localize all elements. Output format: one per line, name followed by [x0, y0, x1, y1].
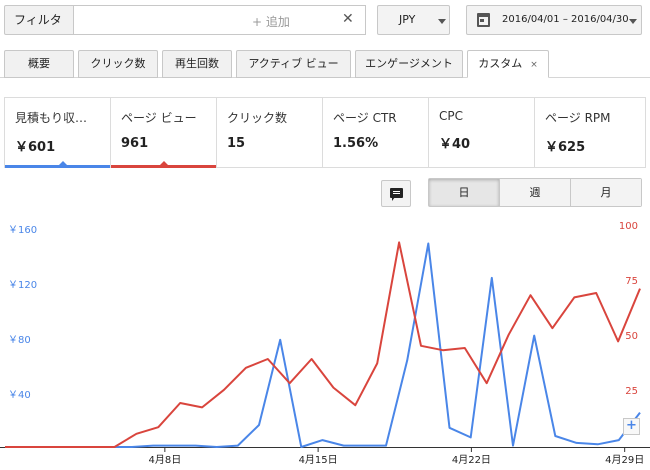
metric-value: 1.56% [333, 136, 379, 151]
y-right-tick-label: 100 [618, 221, 638, 232]
metric-notch [58, 161, 68, 166]
chevron-down-icon [629, 19, 637, 24]
x-tick-label: 4月15日 [298, 455, 338, 466]
filter-bar: フィルタ [4, 5, 74, 35]
currency-dropdown[interactable]: JPY [377, 5, 450, 35]
x-tick-label: 4月29日 [605, 455, 645, 466]
metric-card-estimated-revenue[interactable]: 見積もり収… ￥601 [5, 98, 111, 168]
tab-active-view[interactable]: アクティブ ビュー [236, 50, 351, 78]
tab-custom-label: カスタム [478, 57, 523, 70]
y-right-tick-label: 25 [625, 386, 638, 397]
metric-label: ページ CTR [333, 111, 397, 125]
metric-label: ページ ビュー [121, 111, 197, 125]
y-left-tick-label: ￥120 [8, 280, 38, 291]
metric-value: ￥40 [439, 137, 471, 152]
date-range-label: 2016/04/01 – 2016/04/30 [502, 14, 629, 25]
annotation-button[interactable] [381, 180, 411, 207]
series-line-revenue [5, 242, 641, 448]
report-tabs: 概要 クリック数 再生回数 アクティブ ビュー エンゲージメント カスタム × [4, 50, 553, 78]
tab-clicks[interactable]: クリック数 [78, 50, 158, 78]
filter-label: フィルタ [4, 5, 74, 35]
filter-add-placeholder[interactable]: + 追加 [252, 13, 290, 30]
metric-card-page-views[interactable]: ページ ビュー 961 [111, 98, 217, 168]
y-left-tick-label: ￥80 [8, 335, 31, 346]
filter-input[interactable]: + 追加 ✕ [74, 5, 366, 35]
metric-value: 961 [121, 136, 149, 151]
currency-label: JPY [399, 13, 416, 26]
metric-notch [159, 161, 169, 166]
metric-value: ￥625 [545, 140, 586, 155]
comment-icon [390, 188, 403, 201]
tab-views[interactable]: 再生回数 [162, 50, 232, 78]
metric-card-cpc[interactable]: CPC ￥40 [429, 98, 535, 167]
y-right-tick-label: 75 [625, 276, 638, 287]
close-icon[interactable]: ✕ [342, 11, 354, 27]
metric-value: 15 [227, 136, 246, 151]
metric-card-page-rpm[interactable]: ページ RPM ￥625 [535, 98, 645, 167]
zoom-plus-button[interactable]: + [623, 418, 640, 435]
metric-label: CPC [439, 109, 463, 123]
y-right-tick-label: 50 [625, 331, 638, 342]
metric-cards: 見積もり収… ￥601 ページ ビュー 961 クリック数 15 ページ CTR… [4, 97, 646, 168]
granularity-month-button[interactable]: 月 [571, 179, 641, 206]
tab-engagement[interactable]: エンゲージメント [355, 50, 463, 78]
metric-label: ページ RPM [545, 111, 611, 125]
granularity-week-button[interactable]: 週 [500, 179, 571, 206]
metric-card-clicks[interactable]: クリック数 15 [217, 98, 323, 167]
chart-plot [0, 241, 650, 452]
chevron-down-icon [438, 19, 446, 24]
y-left-tick-label: ￥40 [8, 390, 31, 401]
y-left-tick-label: ￥160 [8, 225, 38, 236]
line-chart: + 4月8日 4月15日 4月22日 4月29日 ￥40 ￥80 ￥120 ￥160 25 50 7… [0, 210, 650, 470]
date-range-dropdown[interactable]: 2016/04/01 – 2016/04/30 [466, 5, 642, 35]
calendar-icon [477, 13, 490, 27]
granularity-day-button[interactable]: 日 [429, 179, 500, 206]
metric-value: ￥601 [15, 140, 56, 155]
metric-card-page-ctr[interactable]: ページ CTR 1.56% [323, 98, 429, 167]
tab-overview[interactable]: 概要 [4, 50, 74, 78]
metric-label: 見積もり収… [15, 111, 88, 125]
x-tick-label: 4月8日 [148, 455, 182, 466]
series-line-page-views [5, 241, 641, 448]
metric-label: クリック数 [227, 111, 288, 125]
x-tick-label: 4月22日 [451, 455, 491, 466]
granularity-toggle: 日 週 月 [428, 178, 642, 207]
close-icon[interactable]: × [530, 60, 538, 70]
tab-custom[interactable]: カスタム × [467, 50, 549, 78]
